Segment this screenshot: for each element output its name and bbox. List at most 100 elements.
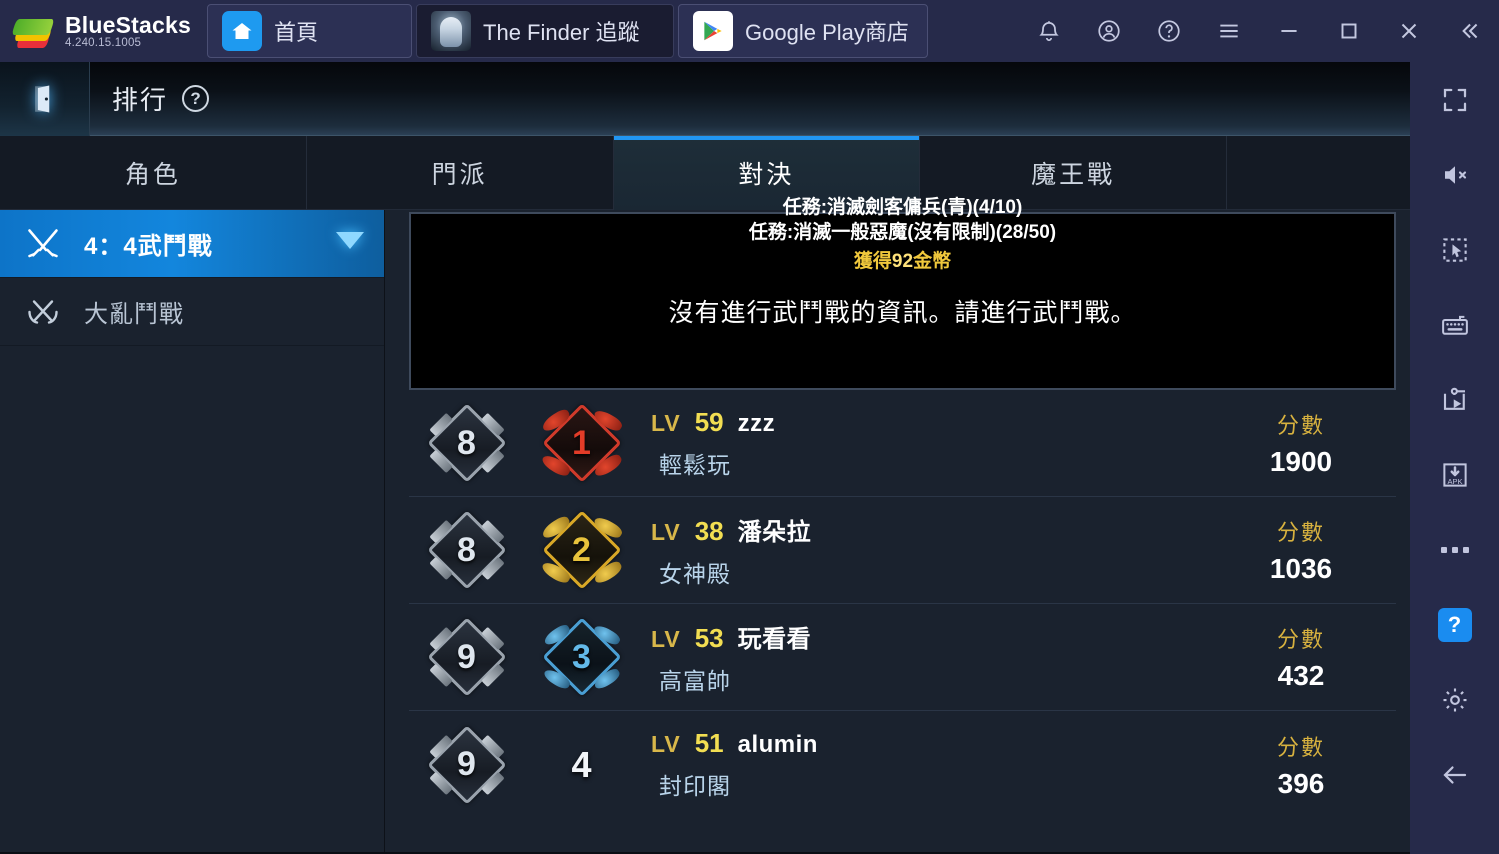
help-icon[interactable]: ? — [1410, 587, 1499, 662]
quest-line: 任務:消滅一般惡魔(沒有限制)(28/50) — [748, 222, 1057, 243]
tab-google-play-label: Google Play商店 — [745, 20, 909, 45]
notifications-icon[interactable] — [1019, 0, 1079, 62]
rank-value: 1 — [572, 423, 591, 462]
chevron-down-icon[interactable] — [334, 229, 366, 258]
rank-cell: 1 — [524, 403, 639, 483]
guild-name: 輕鬆玩 — [659, 451, 731, 478]
rank-value: 2 — [572, 530, 591, 569]
collapse-icon[interactable] — [1439, 0, 1499, 62]
game-viewport: 排行 ? 角色 門派 對決 魔王戰 4：4武鬥戰 大亂鬥戰 任務:消滅劍客傭兵(… — [0, 62, 1410, 854]
gold-reward-line: 獲得92金幣 — [854, 247, 951, 276]
guild-name: 高富帥 — [659, 667, 731, 694]
account-icon[interactable] — [1079, 0, 1139, 62]
back-arrow-icon[interactable] — [1410, 737, 1499, 812]
maximize-icon[interactable] — [1319, 0, 1379, 62]
table-row[interactable]: 8 1 LV 59 zzz 輕鬆玩 分數 1900 — [409, 390, 1396, 497]
game-header: 排行 ? — [0, 62, 1410, 136]
bluestacks-logo-icon — [11, 14, 55, 48]
level-value: 51 — [694, 728, 724, 758]
help-icon[interactable] — [1139, 0, 1199, 62]
score-label: 分數 — [1276, 734, 1325, 760]
tab-home-label: 首頁 — [274, 20, 319, 45]
google-play-icon — [693, 11, 734, 51]
rank-badge-icon: 2 — [541, 510, 622, 590]
score-value: 396 — [1277, 767, 1325, 799]
score-cell: 分數 1036 — [1206, 515, 1396, 585]
rank-badge-icon: 1 — [541, 403, 622, 483]
score-label: 分數 — [1276, 627, 1325, 652]
tab-duel-label: 對決 — [738, 161, 795, 189]
player-info-cell: LV 51 alumin 封印閣 — [639, 728, 1206, 801]
macro-recorder-icon[interactable] — [1410, 362, 1499, 437]
menu-icon[interactable] — [1199, 0, 1259, 62]
table-row[interactable]: 9 4 LV 51 alumin 封印閣 分數 396 — [409, 711, 1396, 818]
tier-value: 9 — [457, 745, 476, 783]
score-cell: 分數 432 — [1206, 622, 1396, 692]
settings-gear-icon[interactable] — [1410, 662, 1499, 737]
tier-cell: 9 — [409, 617, 524, 697]
bluestacks-sidebar-toolbar: APK ? — [1410, 62, 1499, 854]
select-region-icon[interactable] — [1410, 212, 1499, 287]
keyboard-controls-icon[interactable] — [1410, 287, 1499, 362]
rank-cell: 4 — [524, 744, 639, 786]
tab-guild-label: 門派 — [431, 161, 488, 189]
rank-cell: 3 — [524, 617, 639, 697]
home-icon — [222, 11, 263, 51]
quest-line-overflow: 任務:消滅劍客傭兵(青)(4/10) — [782, 197, 1023, 218]
sidebar-item-4v4[interactable]: 4：4武鬥戰 — [0, 210, 384, 278]
tier-cell: 8 — [409, 403, 524, 483]
bluestacks-version: 4.240.15.1005 — [65, 37, 142, 50]
level-value: 59 — [694, 406, 724, 437]
level-prefix: LV — [651, 625, 681, 652]
bluestacks-titlebar: BlueStacks 4.240.15.1005 首頁 The Finder 追… — [0, 0, 1499, 62]
tab-the-finder-label: The Finder 追蹤 — [483, 20, 640, 45]
crossed-swords-icon — [22, 226, 64, 262]
player-name: alumin — [737, 731, 818, 758]
rank-badge-icon: 3 — [541, 617, 622, 697]
tier-cell: 8 — [409, 510, 524, 590]
tier-cell: 9 — [409, 724, 524, 805]
rank-value: 3 — [572, 637, 591, 676]
no-data-message: 沒有進行武鬥戰的資訊。請進行武鬥戰。 — [668, 298, 1137, 327]
score-cell: 分數 396 — [1206, 730, 1396, 800]
ranking-body: 4：4武鬥戰 大亂鬥戰 任務:消滅劍客傭兵(青)(4/10) 任務:消滅一般惡魔… — [0, 197, 1410, 854]
fullscreen-icon[interactable] — [1410, 62, 1499, 137]
tab-the-finder[interactable]: The Finder 追蹤 — [416, 4, 675, 58]
battle-notice-panel: 任務:消滅劍客傭兵(青)(4/10) 任務:消滅一般惡魔(沒有限制)(28/50… — [409, 197, 1396, 390]
game-avatar-icon — [431, 11, 472, 51]
page-title-block: 排行 ? — [90, 80, 210, 117]
ranking-list: 8 1 LV 59 zzz 輕鬆玩 分數 1900 8 2 LV 38 潘朵拉 … — [409, 390, 1396, 818]
mute-icon[interactable] — [1410, 137, 1499, 212]
gold-prefix: 獲得 — [853, 251, 892, 273]
score-label: 分數 — [1276, 520, 1325, 545]
gold-amount: 92 — [891, 251, 914, 273]
install-apk-icon[interactable]: APK — [1410, 437, 1499, 512]
svg-text:APK: APK — [1447, 476, 1462, 485]
tier-value: 8 — [457, 423, 476, 462]
crossed-swords-wreath-icon — [22, 294, 64, 330]
page-help-icon[interactable]: ? — [182, 85, 210, 112]
score-cell: 分數 1900 — [1206, 408, 1396, 478]
tab-home[interactable]: 首頁 — [207, 4, 413, 58]
bluestacks-logo-block: BlueStacks 4.240.15.1005 — [0, 0, 207, 62]
table-row[interactable]: 8 2 LV 38 潘朵拉 女神殿 分數 1036 — [409, 497, 1396, 604]
tier-badge-icon: 8 — [426, 403, 507, 483]
sidebar-item-melee[interactable]: 大亂鬥戰 — [0, 278, 384, 346]
exit-door-icon[interactable] — [0, 62, 90, 136]
score-value: 1900 — [1269, 446, 1333, 477]
level-prefix: LV — [651, 731, 681, 757]
tier-value: 8 — [457, 530, 476, 569]
more-options-icon[interactable] — [1410, 512, 1499, 587]
level-prefix: LV — [651, 409, 681, 436]
tab-google-play[interactable]: Google Play商店 — [678, 4, 929, 58]
score-value: 1036 — [1269, 553, 1333, 584]
guild-name: 封印閣 — [659, 773, 731, 799]
mode-sidebar: 4：4武鬥戰 大亂鬥戰 — [0, 210, 385, 854]
tab-character[interactable]: 角色 — [0, 136, 307, 210]
tab-boss-battle-label: 魔王戰 — [1031, 161, 1116, 189]
table-row[interactable]: 9 3 LV 53 玩看看 高富帥 分數 432 — [409, 604, 1396, 711]
tier-value: 9 — [457, 637, 476, 676]
minimize-icon[interactable] — [1259, 0, 1319, 62]
close-icon[interactable] — [1379, 0, 1439, 62]
app-window: BlueStacks 4.240.15.1005 首頁 The Finder 追… — [0, 0, 1499, 854]
